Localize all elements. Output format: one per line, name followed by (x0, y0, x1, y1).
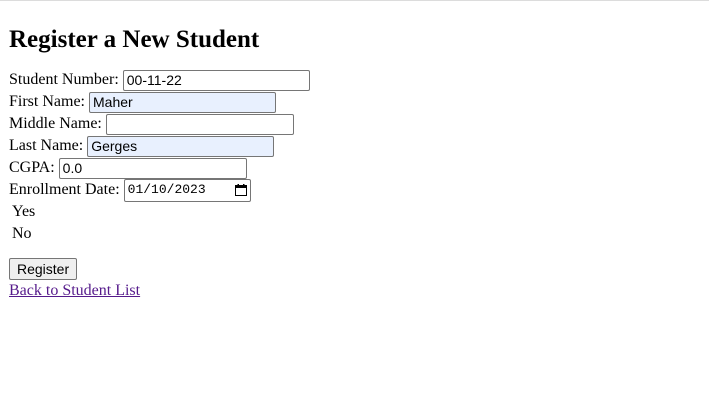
option-no[interactable]: No (9, 223, 310, 245)
option-yes-label: Yes (12, 203, 36, 220)
last-name-label: Last Name: (9, 137, 84, 154)
cgpa-input[interactable] (58, 157, 247, 179)
enrollment-date-value: 01/10/2023 (127, 182, 206, 197)
enrollment-date-input[interactable]: 01/10/2023 (123, 178, 251, 202)
cgpa-label: CGPA: (9, 159, 55, 176)
back-to-student-list-link[interactable]: Back to Student List (9, 282, 140, 299)
middle-name-label: Middle Name: (9, 115, 102, 132)
last-name-input[interactable] (87, 135, 275, 157)
enrollment-date-row: Enrollment Date: 01/10/2023 (9, 178, 310, 202)
student-number-row: Student Number: (9, 69, 310, 91)
first-name-row: First Name: (9, 91, 310, 113)
student-number-input[interactable] (122, 69, 310, 91)
last-name-row: Last Name: (9, 135, 310, 157)
register-student-form: Student Number: First Name: Middle Name:… (9, 69, 310, 280)
register-button[interactable]: Register (9, 258, 78, 280)
middle-name-input[interactable] (105, 113, 294, 135)
register-form-container: Register a New Student Student Number: F… (9, 25, 310, 301)
page-title: Register a New Student (9, 26, 260, 53)
option-no-label: No (12, 225, 32, 242)
student-number-label: Student Number: (9, 71, 119, 88)
first-name-input[interactable] (89, 91, 276, 113)
option-yes[interactable]: Yes (9, 201, 310, 223)
calendar-icon[interactable] (234, 184, 247, 196)
back-link-row: Back to Student List (9, 281, 310, 301)
cgpa-row: CGPA: (9, 157, 310, 179)
top-divider (0, 0, 709, 1)
middle-name-row: Middle Name: (9, 113, 310, 135)
enrollment-date-label: Enrollment Date: (9, 181, 120, 198)
form-spacer (9, 245, 310, 257)
first-name-label: First Name: (9, 93, 85, 110)
